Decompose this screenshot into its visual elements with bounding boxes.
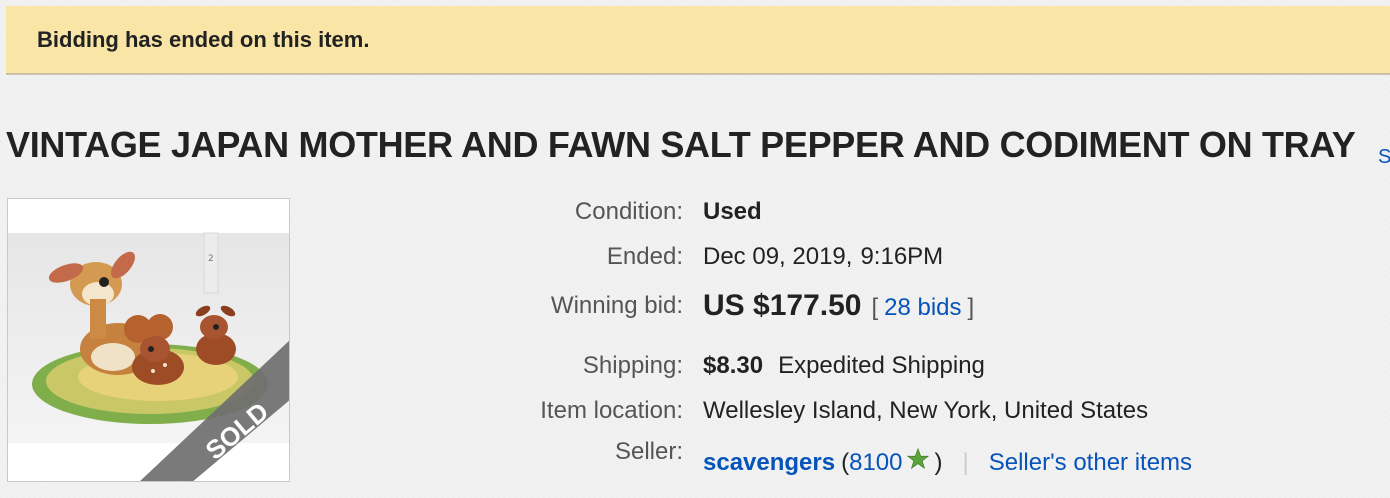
green-star-icon (906, 447, 930, 470)
ended-label: Ended: (606, 243, 683, 270)
location-value: Wellesley Island, New York, United State… (703, 397, 1149, 424)
ended-time: 9:16PM (860, 243, 944, 270)
seller-divider: | (962, 448, 969, 476)
seller-row: Seller: scavengers ( 8100 ) | Seller's o… (0, 438, 1300, 479)
ended-sep: , (845, 243, 853, 270)
winning-bid-label: Winning bid: (550, 292, 683, 319)
bids-open-bracket: [ (871, 294, 879, 321)
ended-row: Ended: Dec 09, 2019 , 9:16PM (0, 240, 1300, 274)
feedback-score-link[interactable]: 8100 (849, 449, 902, 477)
shipping-cost: $8.30 (703, 352, 764, 379)
location-row: Item location: Wellesley Island, New Yor… (0, 394, 1300, 428)
seller-name-link[interactable]: scavengers (703, 449, 835, 477)
winning-price: US $177.50 (703, 289, 862, 322)
shipping-row: Shipping: $8.30 Expedited Shipping (0, 349, 1300, 383)
condition-label: Condition: (574, 198, 683, 225)
feedback-open: ( (841, 448, 850, 476)
condition-value: Used (703, 198, 762, 225)
feedback-close: ) (934, 448, 943, 476)
ended-date: Dec 09, 2019 (703, 243, 846, 270)
bid-history-link[interactable]: 28 bids (884, 294, 961, 322)
title-overflow-link[interactable]: S (1378, 146, 1390, 169)
shipping-label: Shipping: (582, 352, 683, 379)
item-title: VINTAGE JAPAN MOTHER AND FAWN SALT PEPPE… (6, 124, 1356, 165)
condition-row: Condition: Used (0, 195, 1300, 229)
status-banner: Bidding has ended on this item. (6, 6, 1390, 75)
seller-value: scavengers ( 8100 ) | Seller's other ite… (703, 447, 1192, 477)
ended-value: Dec 09, 2019 , 9:16PM (703, 243, 943, 271)
shipping-method: Expedited Shipping (778, 352, 985, 379)
winning-bid-value: US $177.50 [ 28 bids ] (703, 289, 974, 323)
location-label: Item location: (540, 397, 683, 424)
winning-bid-row: Winning bid: US $177.50 [ 28 bids ] (0, 289, 1300, 323)
seller-label: Seller: (614, 438, 683, 465)
shipping-value: $8.30 Expedited Shipping (703, 352, 985, 380)
banner-text: Bidding has ended on this item. (37, 26, 370, 52)
seller-other-items-link[interactable]: Seller's other items (989, 449, 1192, 477)
bids-close-bracket: ] (967, 294, 975, 321)
